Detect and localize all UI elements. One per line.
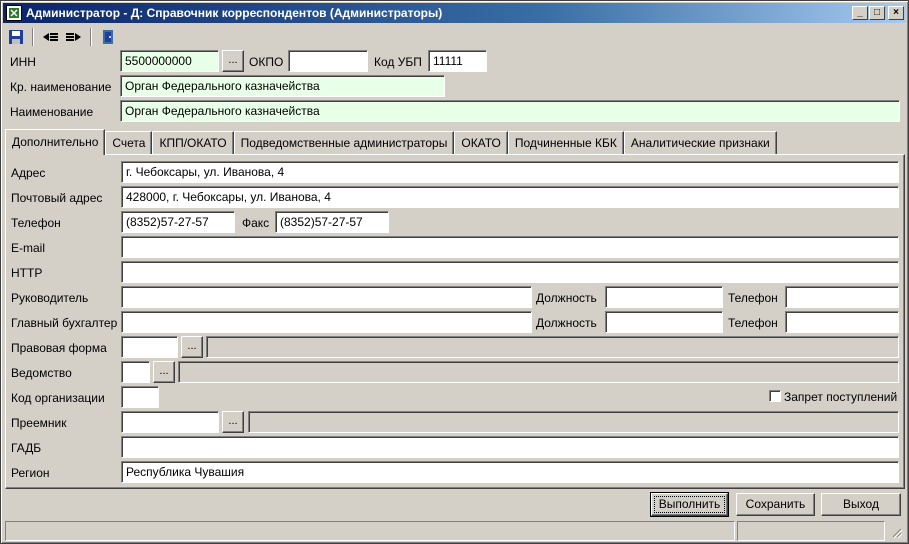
- phone-label: Телефон: [11, 216, 61, 230]
- title-bar[interactable]: Администратор - Д: Справочник корреспонд…: [3, 3, 906, 23]
- successor-lookup-button[interactable]: ...: [222, 411, 244, 433]
- successor-name-display: [248, 411, 899, 433]
- address-label: Адрес: [11, 166, 46, 180]
- legal-form-code-input[interactable]: [121, 336, 178, 358]
- email-input[interactable]: [121, 236, 899, 258]
- close-icon: ×: [893, 7, 899, 18]
- head-label: Руководитель: [11, 291, 89, 305]
- exit-button[interactable]: Выход: [821, 493, 901, 516]
- legal-form-label: Правовая форма: [11, 341, 107, 355]
- close-button[interactable]: ×: [888, 6, 904, 20]
- head-position-label: Должность: [536, 291, 597, 305]
- move-left-tool-button[interactable]: [39, 27, 61, 47]
- fax-input[interactable]: (8352)57-27-57: [275, 211, 389, 233]
- inn-label: ИНН: [10, 55, 36, 69]
- tab-okato[interactable]: ОКАТО: [454, 131, 508, 155]
- postal-address-label: Почтовый адрес: [11, 191, 103, 205]
- accountant-label: Главный бухгалтер: [11, 316, 118, 330]
- department-name-display: [178, 361, 899, 383]
- toolbar-separator: [90, 28, 92, 46]
- tab-subordinate-kbk[interactable]: Подчиненные КБК: [507, 131, 624, 155]
- legal-form-lookup-button[interactable]: ...: [181, 336, 203, 358]
- postal-address-input[interactable]: 428000, г. Чебоксары, ул. Иванова, 4: [121, 186, 899, 208]
- phone-input[interactable]: (8352)57-27-57: [121, 211, 235, 233]
- save-icon: [9, 30, 23, 44]
- exit-tool-button[interactable]: [97, 27, 119, 47]
- head-position-input[interactable]: [605, 286, 723, 308]
- email-label: E-mail: [11, 241, 46, 255]
- ban-checkbox[interactable]: [769, 390, 781, 402]
- tab-analytic-attributes[interactable]: Аналитические признаки: [623, 131, 777, 155]
- department-label: Ведомство: [11, 366, 72, 380]
- okpo-input[interactable]: [288, 50, 368, 72]
- gadb-input[interactable]: [121, 436, 899, 458]
- name-input[interactable]: Орган Федерального казначейства: [120, 100, 900, 122]
- head-input[interactable]: [121, 286, 532, 308]
- tab-dopolnitelno[interactable]: Дополнительно: [5, 129, 106, 155]
- toolbar-separator: [32, 28, 34, 46]
- resize-grip-icon[interactable]: [887, 521, 903, 541]
- tab-subordinate-admins[interactable]: Подведомственные администраторы: [233, 131, 455, 155]
- app-icon: [6, 5, 22, 21]
- status-pane-main: [5, 521, 735, 541]
- minimize-icon: _: [857, 7, 863, 18]
- main-window: Администратор - Д: Справочник корреспонд…: [0, 0, 909, 544]
- toolbar: [5, 26, 905, 48]
- department-lookup-button[interactable]: ...: [153, 361, 175, 383]
- department-code-input[interactable]: [121, 361, 150, 383]
- maximize-button[interactable]: □: [869, 6, 885, 20]
- accountant-position-label: Должность: [536, 316, 597, 330]
- head-phone-input[interactable]: [785, 286, 899, 308]
- status-bar: [5, 521, 905, 541]
- fax-label: Факс: [242, 216, 270, 230]
- short-name-input[interactable]: Орган Федерального казначейства: [120, 75, 445, 97]
- tab-strip: Дополнительно Счета КПП/ОКАТО Подведомст…: [5, 129, 777, 155]
- move-left-icon: [43, 33, 58, 41]
- exit-icon: [103, 30, 113, 44]
- successor-code-input[interactable]: [121, 411, 219, 433]
- save-button[interactable]: Сохранить: [736, 493, 815, 516]
- tab-scheta[interactable]: Счета: [105, 131, 153, 155]
- kod-ubp-label: Код УБП: [374, 55, 422, 69]
- http-label: HTTP: [11, 266, 43, 280]
- http-input[interactable]: [121, 261, 899, 283]
- minimize-button[interactable]: _: [852, 6, 868, 20]
- okpo-label: ОКПО: [249, 55, 284, 69]
- execute-button-label: Выполнить: [654, 496, 725, 513]
- move-right-tool-button[interactable]: [63, 27, 85, 47]
- successor-label: Преемник: [11, 416, 67, 430]
- short-name-label: Кр. наименование: [10, 80, 112, 94]
- kod-ubp-input[interactable]: 11111: [428, 50, 487, 72]
- region-label: Регион: [11, 466, 50, 480]
- name-label: Наименование: [10, 105, 94, 119]
- org-code-label: Код организации: [11, 391, 105, 405]
- execute-button[interactable]: Выполнить: [650, 492, 729, 517]
- ban-label: Запрет поступлений: [784, 390, 898, 404]
- accountant-phone-label: Телефон: [728, 316, 778, 330]
- accountant-position-input[interactable]: [605, 311, 723, 333]
- region-input[interactable]: Республика Чувашия: [121, 461, 899, 483]
- inn-lookup-button[interactable]: ...: [222, 50, 244, 72]
- legal-form-name-display: [206, 336, 899, 358]
- maximize-icon: □: [873, 7, 881, 18]
- inn-input[interactable]: 5500000000: [120, 50, 219, 72]
- save-tool-button[interactable]: [5, 27, 27, 47]
- address-input[interactable]: г. Чебоксары, ул. Иванова, 4: [121, 161, 899, 183]
- status-pane-secondary: [737, 521, 885, 541]
- head-phone-label: Телефон: [728, 291, 778, 305]
- tab-kpp-okato[interactable]: КПП/ОКАТО: [152, 131, 234, 155]
- gadb-label: ГАДБ: [11, 441, 42, 455]
- org-code-input[interactable]: [121, 386, 159, 408]
- move-right-icon: [66, 33, 81, 41]
- window-title: Администратор - Д: Справочник корреспонд…: [26, 6, 443, 20]
- accountant-input[interactable]: [121, 311, 532, 333]
- accountant-phone-input[interactable]: [785, 311, 899, 333]
